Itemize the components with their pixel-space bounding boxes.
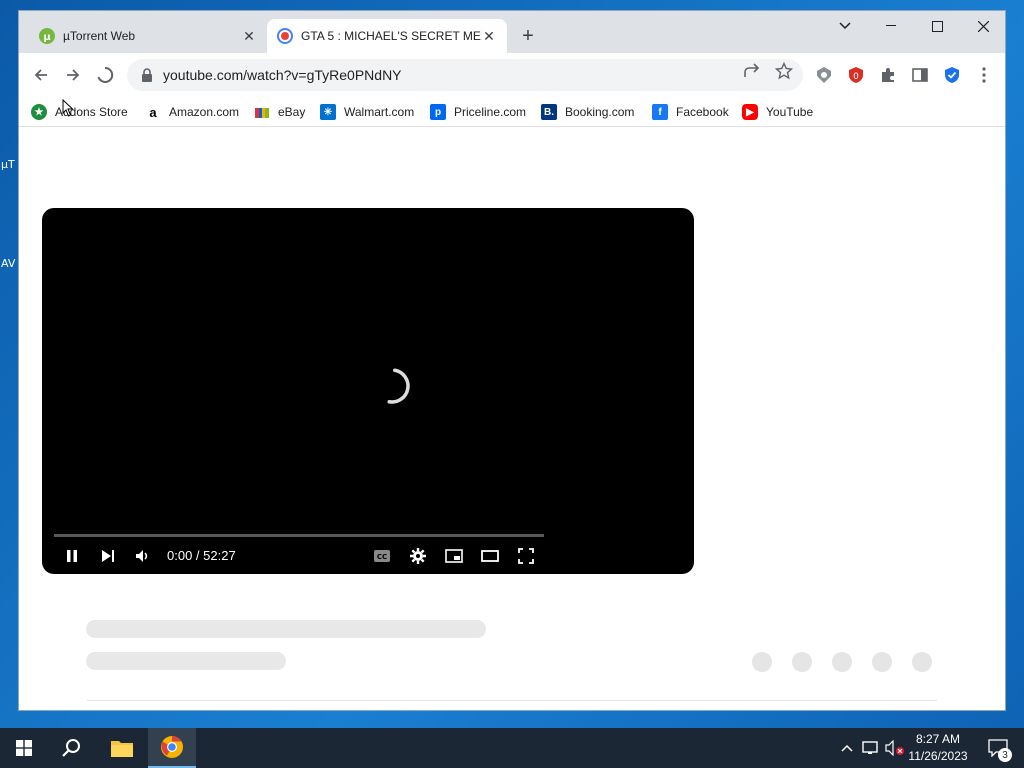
mouse-cursor-icon xyxy=(62,99,74,117)
progress-bar[interactable] xyxy=(54,534,544,537)
bookmark-amazon[interactable]: a Amazon.com xyxy=(145,102,239,122)
share-icon[interactable] xyxy=(740,59,764,83)
clock-time[interactable]: 8:27 AM xyxy=(906,732,970,746)
taskbar: 8:27 AM 11/26/2023 3 xyxy=(0,728,1024,768)
theater-mode-icon[interactable] xyxy=(478,544,502,568)
tab-utorrent[interactable]: µ µTorrent Web ✕ xyxy=(29,19,267,53)
loading-spinner-icon xyxy=(387,368,410,404)
bookmark-label: Booking.com xyxy=(565,105,635,119)
tab-title: µTorrent Web xyxy=(63,29,136,43)
svg-text:0: 0 xyxy=(853,72,859,82)
extension-shield-gray-icon[interactable] xyxy=(814,65,834,85)
desktop-icon-label-utorrent[interactable]: µT xyxy=(1,158,15,171)
action-skeleton xyxy=(792,652,812,672)
action-skeleton xyxy=(912,652,932,672)
bookmark-youtube[interactable]: ▶ YouTube xyxy=(742,102,813,122)
close-window-icon[interactable] xyxy=(960,11,1005,41)
bookmark-star-icon[interactable] xyxy=(772,59,796,83)
network-icon[interactable] xyxy=(860,728,882,768)
bookmark-addons-store[interactable]: ★ Addons Store xyxy=(31,102,128,122)
bookmark-label: Facebook xyxy=(676,105,729,119)
video-player[interactable]: 0:00 / 52:27 CC xyxy=(42,208,694,574)
bookmarks-bar: ★ Addons Store a Amazon.com eBay ✳ Walma… xyxy=(19,97,1005,127)
fullscreen-icon[interactable] xyxy=(514,544,538,568)
bookmark-ebay[interactable]: eBay xyxy=(254,102,305,122)
forward-arrow-icon[interactable] xyxy=(61,63,85,87)
volume-muted-icon[interactable] xyxy=(884,728,906,768)
settings-gear-icon[interactable] xyxy=(406,544,430,568)
side-panel-icon[interactable] xyxy=(910,65,930,85)
start-windows-icon[interactable] xyxy=(0,728,48,768)
youtube-icon xyxy=(277,28,293,44)
maximize-icon[interactable] xyxy=(914,11,960,41)
close-tab-icon[interactable]: ✕ xyxy=(241,28,257,44)
ebay-icon xyxy=(254,104,270,120)
next-icon[interactable] xyxy=(96,544,120,568)
browser-toolbar: 0 xyxy=(19,53,1005,97)
amazon-icon: a xyxy=(145,104,161,120)
priceline-icon: p xyxy=(430,104,446,120)
title-skeleton xyxy=(86,620,486,638)
bookmark-label: Amazon.com xyxy=(169,105,240,119)
miniplayer-icon[interactable] xyxy=(442,544,466,568)
tab-youtube-video[interactable]: GTA 5 : MICHAEL'S SECRET MEE ✕ xyxy=(267,19,507,53)
chrome-taskbar-icon[interactable] xyxy=(148,728,196,768)
extension-blue-shield-icon[interactable] xyxy=(942,65,962,85)
volume-icon[interactable] xyxy=(131,544,155,568)
new-tab-button[interactable]: + xyxy=(517,25,539,47)
browser-window: µ µTorrent Web ✕ GTA 5 : MICHAEL'S SECRE… xyxy=(18,10,1006,711)
facebook-icon: f xyxy=(652,104,668,120)
extensions-puzzle-icon[interactable] xyxy=(878,65,898,85)
bookmark-facebook[interactable]: f Facebook xyxy=(652,102,729,122)
close-tab-icon[interactable]: ✕ xyxy=(481,28,497,44)
reload-spinner-icon[interactable] xyxy=(93,63,117,87)
bookmark-label: YouTube xyxy=(766,105,814,119)
minimize-icon[interactable] xyxy=(868,11,914,41)
content-divider xyxy=(87,700,937,701)
walmart-icon: ✳ xyxy=(320,104,336,120)
extension-red-shield-icon[interactable]: 0 xyxy=(846,65,866,85)
bookmark-label: Walmart.com xyxy=(344,105,415,119)
tray-chevron-up-icon[interactable] xyxy=(838,728,856,768)
svg-text:CC: CC xyxy=(377,553,387,561)
address-bar[interactable] xyxy=(127,59,803,91)
bookmark-priceline[interactable]: p Priceline.com xyxy=(430,102,526,122)
youtube-icon: ▶ xyxy=(742,104,758,120)
action-skeleton xyxy=(872,652,892,672)
desktop-icon-label-av[interactable]: AV xyxy=(1,257,15,270)
notification-count-badge: 3 xyxy=(998,748,1012,762)
action-skeleton xyxy=(832,652,852,672)
tab-bar: µ µTorrent Web ✕ GTA 5 : MICHAEL'S SECRE… xyxy=(19,11,1005,53)
utorrent-icon: µ xyxy=(39,28,55,44)
lock-icon[interactable] xyxy=(141,68,153,82)
video-timecode: 0:00 / 52:27 xyxy=(167,548,236,563)
tab-search-chevron-icon[interactable] xyxy=(822,11,868,41)
back-arrow-icon[interactable] xyxy=(29,63,53,87)
file-explorer-icon[interactable] xyxy=(98,728,146,768)
booking-icon: B. xyxy=(541,104,557,120)
page-content: 0:00 / 52:27 CC xyxy=(19,128,1005,710)
svg-text:µ: µ xyxy=(43,32,51,43)
bookmark-label: eBay xyxy=(278,105,306,119)
search-icon[interactable] xyxy=(48,728,96,768)
notifications-icon[interactable]: 3 xyxy=(978,728,1018,768)
bookmark-booking[interactable]: B. Booking.com xyxy=(541,102,634,122)
clock-date[interactable]: 11/26/2023 xyxy=(906,749,970,763)
menu-kebab-icon[interactable] xyxy=(974,65,994,85)
address-input[interactable] xyxy=(163,67,723,83)
action-skeleton xyxy=(752,652,772,672)
bookmark-walmart[interactable]: ✳ Walmart.com xyxy=(320,102,414,122)
addons-icon: ★ xyxy=(31,104,47,120)
bookmark-label: Priceline.com xyxy=(454,105,527,119)
captions-icon[interactable]: CC xyxy=(370,544,394,568)
pause-icon[interactable] xyxy=(60,544,84,568)
tab-title: GTA 5 : MICHAEL'S SECRET MEE xyxy=(301,29,481,43)
subtitle-skeleton xyxy=(86,652,286,670)
